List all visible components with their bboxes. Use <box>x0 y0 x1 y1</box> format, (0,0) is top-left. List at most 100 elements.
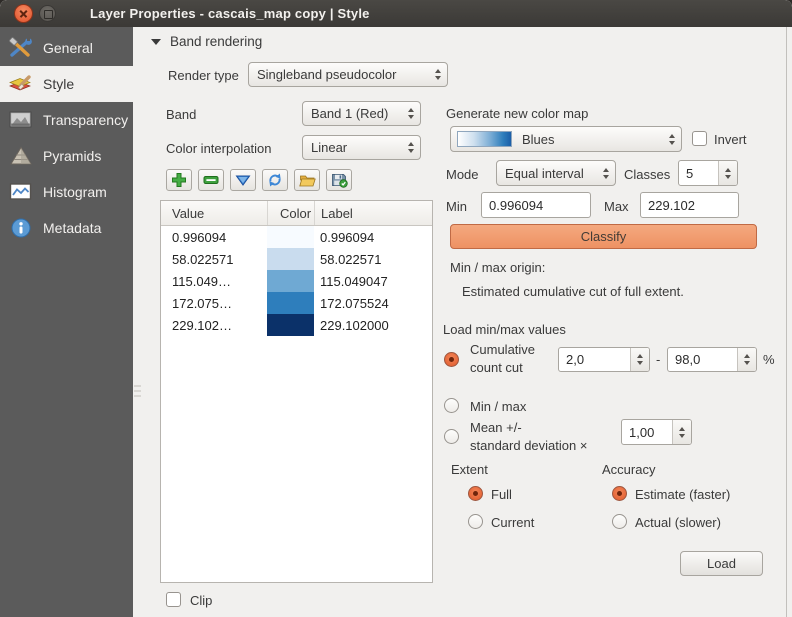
classes-value: 5 <box>679 161 718 185</box>
add-entry-icon <box>171 172 187 188</box>
sort-button[interactable] <box>230 169 256 191</box>
value-cell[interactable]: 0.996094 <box>161 226 267 248</box>
classify-button[interactable]: Classify <box>450 224 757 249</box>
sidebar-item-transparency[interactable]: Transparency <box>0 102 133 138</box>
band-label: Band <box>166 107 196 122</box>
accuracy-label: Accuracy <box>602 462 655 477</box>
mode-value: Equal interval <box>505 166 584 181</box>
render-type-value: Singleband pseudocolor <box>257 67 397 82</box>
remove-entry-button[interactable] <box>198 169 224 191</box>
mean-label-line2: standard deviation × <box>470 438 587 453</box>
band-value: Band 1 (Red) <box>311 106 388 121</box>
cumulative-to-spinbox[interactable]: 98,0 <box>667 347 757 372</box>
spinner-buttons-icon[interactable] <box>737 348 756 371</box>
colormap-select[interactable]: Blues <box>450 126 682 152</box>
sidebar-item-pyramids[interactable]: Pyramids <box>0 138 133 174</box>
load-button[interactable]: Load <box>680 551 763 576</box>
header-color[interactable]: Color <box>268 201 315 225</box>
sidebar-item-general[interactable]: General <box>0 30 133 66</box>
spinner-arrows-icon <box>435 63 441 86</box>
classes-spinbox[interactable]: 5 <box>678 160 738 186</box>
color-swatch[interactable] <box>267 314 314 336</box>
label-cell[interactable]: 172.075524 <box>314 292 432 314</box>
blues-gradient-preview <box>457 131 512 147</box>
minmax-origin-label: Min / max origin: <box>450 260 545 275</box>
load-from-band-button[interactable] <box>262 169 288 191</box>
min-input[interactable]: 0.996094 <box>481 192 591 218</box>
value-cell[interactable]: 58.022571 <box>161 248 267 270</box>
cumulative-count-cut-radio[interactable] <box>444 352 459 367</box>
clip-label: Clip <box>190 593 212 608</box>
accuracy-estimate-label: Estimate (faster) <box>635 487 730 502</box>
invert-checkbox[interactable] <box>692 131 707 146</box>
sidebar-item-label: Style <box>43 76 74 92</box>
sidebar-item-style[interactable]: Style <box>0 66 133 102</box>
spinner-buttons-icon[interactable] <box>630 348 649 371</box>
open-file-button[interactable] <box>294 169 320 191</box>
cumulative-from-value: 2,0 <box>559 348 630 371</box>
sidebar-item-label: Transparency <box>43 112 128 128</box>
table-row[interactable]: 58.022571 58.022571 <box>161 248 432 270</box>
stddev-spinbox[interactable]: 1,00 <box>621 419 692 445</box>
table-row[interactable]: 229.102… 229.102000 <box>161 314 432 336</box>
unmaximize-icon[interactable] <box>39 5 56 22</box>
mean-label-line1: Mean +/- <box>470 420 522 435</box>
extent-current-radio[interactable] <box>468 514 483 529</box>
splitter-handle[interactable] <box>134 385 142 399</box>
max-value: 229.102 <box>648 198 695 213</box>
titlebar[interactable]: Layer Properties - cascais_map copy | St… <box>0 0 792 27</box>
percent-sign: % <box>763 352 775 367</box>
extent-full-radio[interactable] <box>468 486 483 501</box>
band-select[interactable]: Band 1 (Red) <box>302 101 421 126</box>
spinner-arrows-icon <box>408 136 414 159</box>
paintbrush-icon <box>8 73 34 95</box>
close-icon[interactable] <box>14 4 33 23</box>
table-row[interactable]: 172.075… 172.075524 <box>161 292 432 314</box>
cumulative-from-spinbox[interactable]: 2,0 <box>558 347 650 372</box>
accuracy-estimate-radio[interactable] <box>612 486 627 501</box>
minmax-radio[interactable] <box>444 398 459 413</box>
sidebar-item-metadata[interactable]: Metadata <box>0 210 133 246</box>
label-cell[interactable]: 58.022571 <box>314 248 432 270</box>
colormap-table[interactable]: Value Color Label 0.996094 0.996094 58.0… <box>160 200 433 583</box>
table-row[interactable]: 0.996094 0.996094 <box>161 226 432 248</box>
cumulative-label-line1: Cumulative <box>470 342 535 357</box>
color-interpolation-value: Linear <box>311 140 347 155</box>
layer-properties-dialog: Layer Properties - cascais_map copy | St… <box>0 0 792 617</box>
spinner-buttons-icon[interactable] <box>718 161 737 185</box>
classes-label: Classes <box>624 167 670 182</box>
color-swatch[interactable] <box>267 292 314 314</box>
value-cell[interactable]: 115.049… <box>161 270 267 292</box>
mode-select[interactable]: Equal interval <box>496 160 616 186</box>
table-row[interactable]: 115.049… 115.049047 <box>161 270 432 292</box>
collapse-arrow-icon[interactable] <box>151 39 161 45</box>
color-swatch[interactable] <box>267 270 314 292</box>
mean-stddev-radio[interactable] <box>444 429 459 444</box>
header-value[interactable]: Value <box>161 201 268 225</box>
value-cell[interactable]: 172.075… <box>161 292 267 314</box>
spinner-buttons-icon[interactable] <box>672 420 691 444</box>
label-cell[interactable]: 115.049047 <box>314 270 432 292</box>
sidebar-item-label: Metadata <box>43 220 101 236</box>
window-title: Layer Properties - cascais_map copy | St… <box>90 0 370 27</box>
pyramids-icon <box>8 145 34 167</box>
accuracy-actual-radio[interactable] <box>612 514 627 529</box>
render-type-select[interactable]: Singleband pseudocolor <box>248 62 448 87</box>
spinner-arrows-icon <box>408 102 414 125</box>
clip-checkbox[interactable] <box>166 592 181 607</box>
value-cell[interactable]: 229.102… <box>161 314 267 336</box>
extent-label: Extent <box>451 462 488 477</box>
save-file-button[interactable] <box>326 169 352 191</box>
max-input[interactable]: 229.102 <box>640 192 739 218</box>
label-cell[interactable]: 0.996094 <box>314 226 432 248</box>
color-interpolation-select[interactable]: Linear <box>302 135 421 160</box>
spinner-arrows-icon <box>669 127 675 151</box>
label-cell[interactable]: 229.102000 <box>314 314 432 336</box>
header-label[interactable]: Label <box>315 201 432 225</box>
color-interpolation-label: Color interpolation <box>166 141 272 156</box>
sidebar: General Style Transparency <box>0 27 133 617</box>
add-entry-button[interactable] <box>166 169 192 191</box>
sidebar-item-histogram[interactable]: Histogram <box>0 174 133 210</box>
color-swatch[interactable] <box>267 226 314 248</box>
color-swatch[interactable] <box>267 248 314 270</box>
